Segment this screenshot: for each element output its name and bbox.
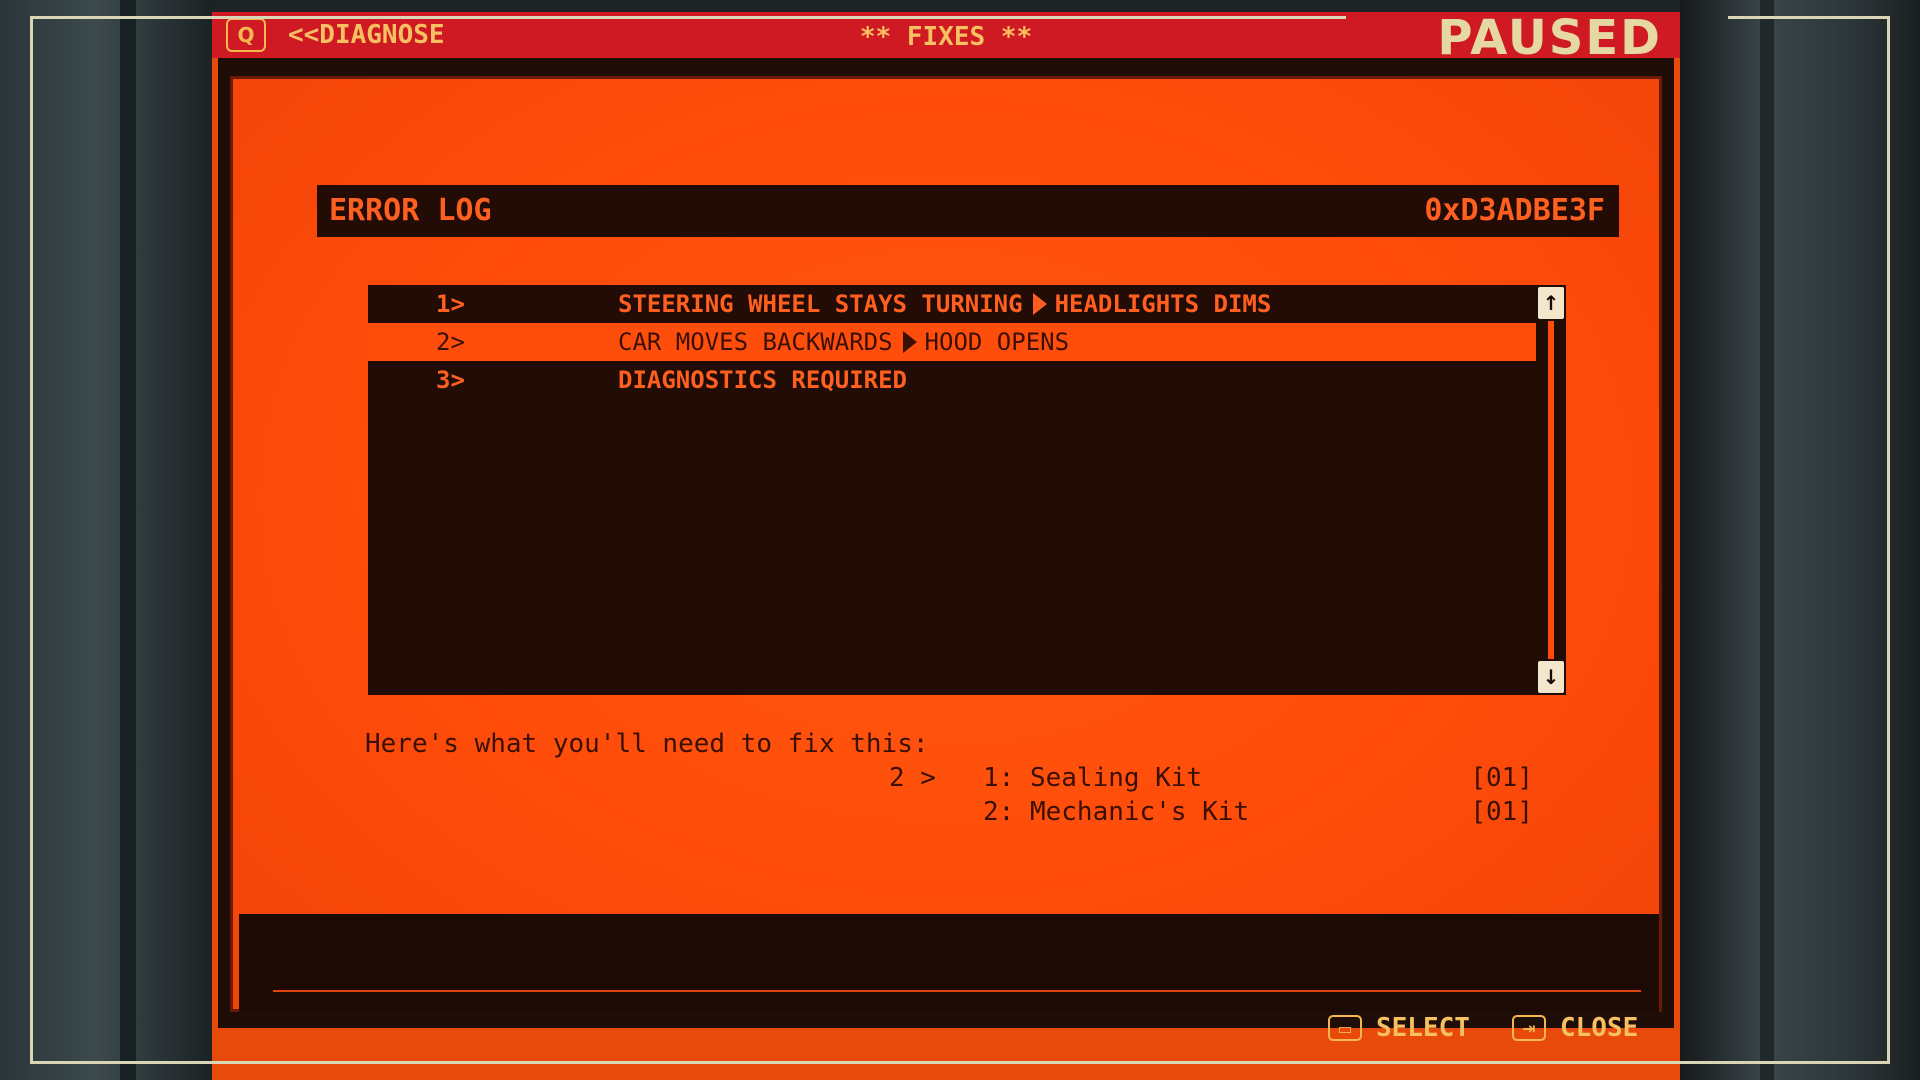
paused-status: PAUSED (1437, 10, 1662, 66)
error-list-scrollbar[interactable]: ↑ ↓ (1536, 285, 1566, 695)
select-label: SELECT (1376, 1013, 1470, 1043)
message-panel (239, 914, 1659, 1012)
background-left-stripe (120, 0, 136, 1080)
requirement-item: 2: Mechanic's Kit (983, 797, 1250, 827)
background-right (1680, 0, 1920, 1080)
arrow-down-icon[interactable]: ↓ (1538, 661, 1564, 693)
monitor: Q <<DIAGNOSE ** FIXES ** PAUSED ERROR LO… (212, 12, 1680, 1080)
close-label: CLOSE (1560, 1013, 1639, 1043)
scroll-track[interactable] (1548, 321, 1554, 659)
error-cause: CAR MOVES BACKWARDS (618, 328, 893, 356)
overlay-frame-left (30, 16, 33, 1064)
message-panel-divider (273, 990, 1641, 992)
background-right-stripe (1760, 0, 1774, 1080)
arrow-up-icon[interactable]: ↑ (1538, 287, 1564, 319)
error-row-number: 2> (436, 328, 465, 356)
crt-screen: ERROR LOG 0xD3ADBE3F 1> STEERING WHEEL S… (218, 58, 1674, 1028)
close-key-icon: ⇥ (1512, 1015, 1546, 1041)
requirements-for-item: 2 > (889, 763, 936, 793)
error-row-number: 3> (436, 366, 465, 394)
error-effect: HOOD OPENS (924, 328, 1070, 356)
overlay-frame-top (30, 16, 1346, 19)
overlay-frame-bottom (30, 1061, 1890, 1064)
overlay-frame-right (1887, 16, 1890, 1064)
error-row[interactable]: 3> DIAGNOSTICS REQUIRED (368, 361, 1536, 399)
requirement-quantity: [01] (1470, 797, 1533, 827)
error-log-title: ERROR LOG (329, 193, 492, 228)
requirements-label: Here's what you'll need to fix this: (365, 729, 929, 759)
error-log-header: ERROR LOG 0xD3ADBE3F (317, 185, 1619, 237)
error-row-number: 1> (436, 290, 465, 318)
crt-screen-inner: ERROR LOG 0xD3ADBE3F 1> STEERING WHEEL S… (230, 76, 1662, 1012)
error-list: 1> STEERING WHEEL STAYS TURNING HEADLIGHT… (368, 285, 1536, 695)
error-effect: HEADLIGHTS DIMS (1054, 290, 1272, 318)
select-hint[interactable]: ▭ SELECT (1328, 1011, 1470, 1045)
error-cause: DIAGNOSTICS REQUIRED (618, 366, 907, 394)
error-row-text: CAR MOVES BACKWARDS HOOD OPENS (618, 327, 1069, 357)
select-key-icon: ▭ (1328, 1015, 1362, 1041)
error-cause: STEERING WHEEL STAYS TURNING (618, 290, 1023, 318)
close-hint[interactable]: ⇥ CLOSE (1512, 1011, 1638, 1045)
requirement-quantity: [01] (1470, 763, 1533, 793)
error-row-selected[interactable]: 2> CAR MOVES BACKWARDS HOOD OPENS (368, 323, 1536, 361)
error-log-code: 0xD3ADBE3F (1424, 193, 1605, 228)
error-row[interactable]: 1> STEERING WHEEL STAYS TURNING HEADLIGHT… (368, 285, 1536, 323)
error-row-text: DIAGNOSTICS REQUIRED (618, 365, 907, 395)
requirement-item: 1: Sealing Kit (983, 763, 1203, 793)
arrow-right-icon (1032, 293, 1047, 315)
arrow-right-icon (902, 331, 917, 353)
overlay-frame-top-right (1728, 16, 1890, 19)
error-row-text: STEERING WHEEL STAYS TURNING HEADLIGHTS D… (618, 289, 1271, 319)
